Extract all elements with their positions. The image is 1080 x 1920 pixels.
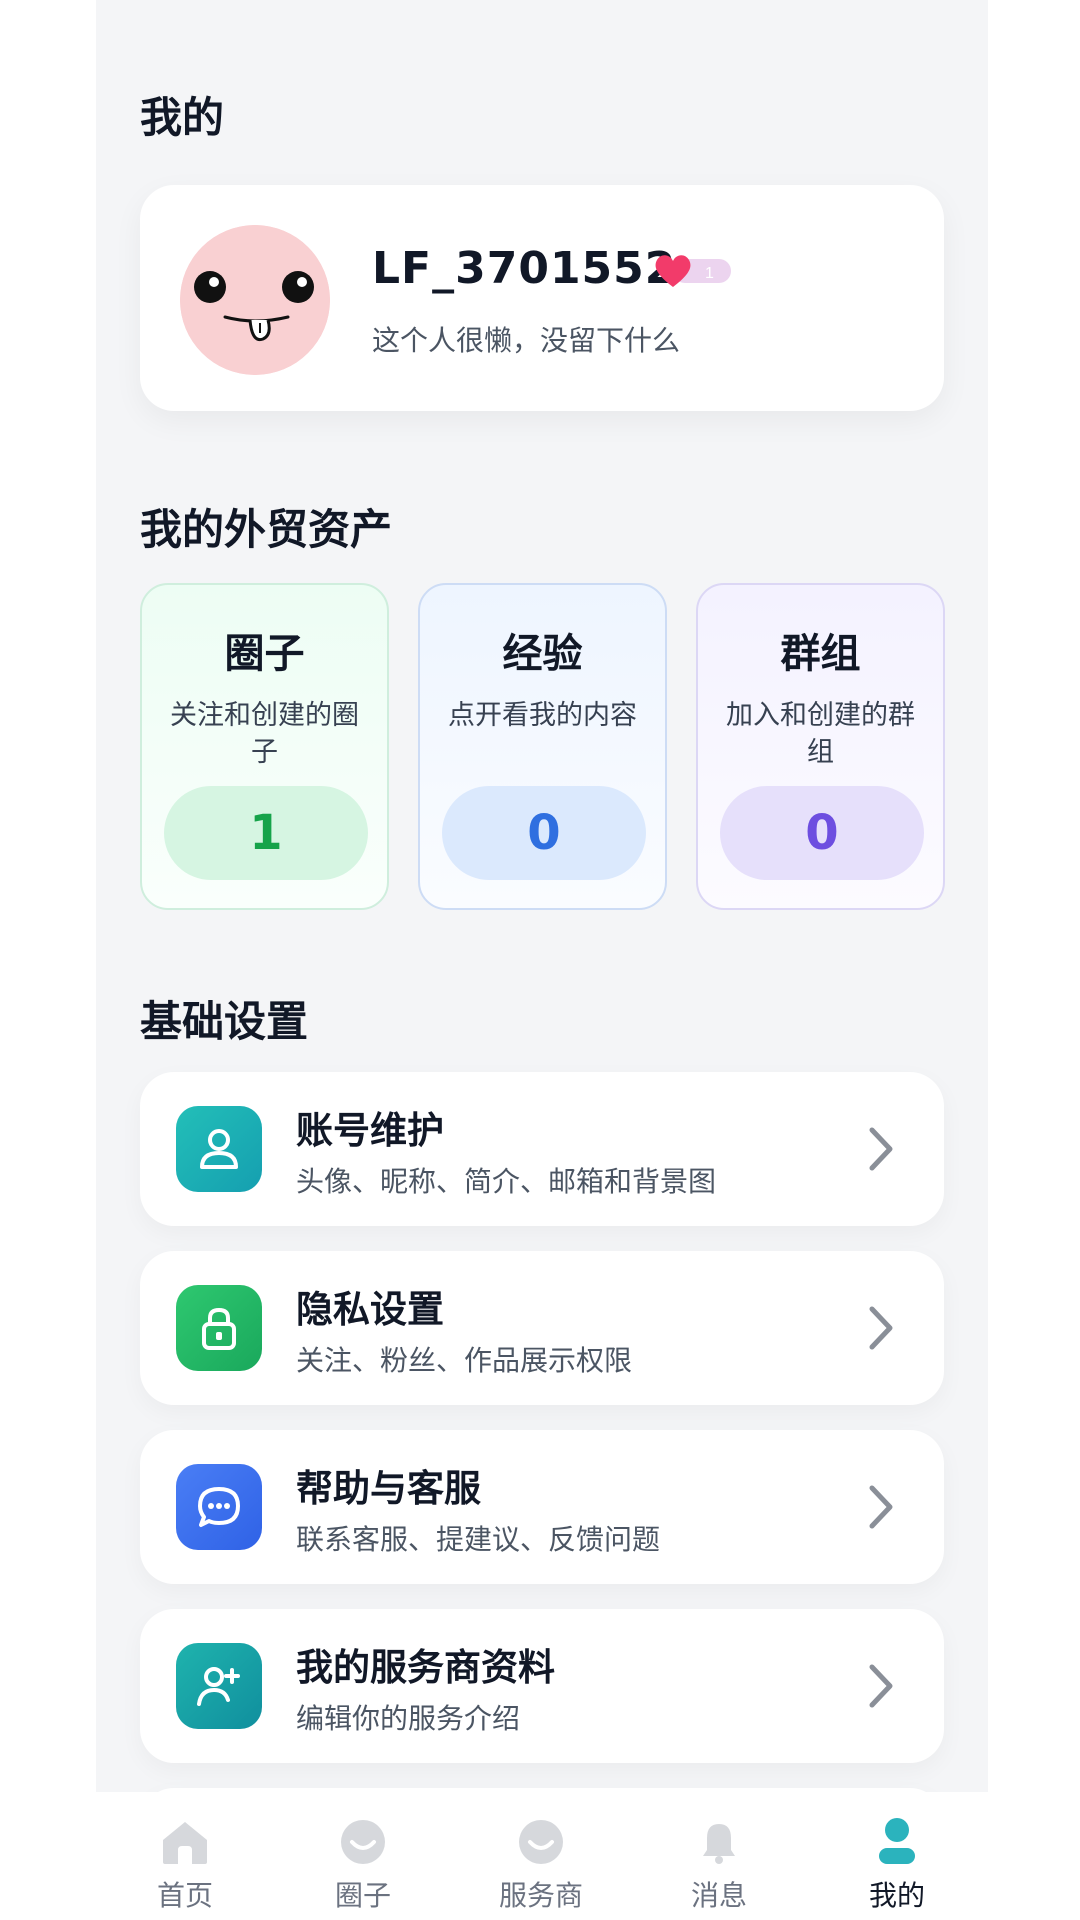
- circle-icon: [341, 1820, 385, 1864]
- bio-text: 这个人很懒，没留下什么: [372, 324, 681, 357]
- asset-count: 1: [164, 786, 368, 880]
- asset-desc: 关注和创建的圈子: [170, 700, 359, 768]
- username: LF_3701552: [372, 243, 677, 294]
- tab-home[interactable]: 首页: [96, 1792, 274, 1920]
- home-icon: [163, 1822, 207, 1864]
- tab-providers[interactable]: 服务商: [452, 1792, 630, 1920]
- chevron-right-icon: [869, 1306, 893, 1350]
- settings-section-title: 基础设置: [140, 997, 309, 1046]
- tab-me[interactable]: 我的: [808, 1792, 986, 1920]
- tab-label: 圈子: [334, 1879, 391, 1912]
- setting-title: 账号维护: [296, 1109, 444, 1152]
- setting-subtitle: 头像、昵称、简介、邮箱和背景图: [296, 1165, 717, 1198]
- tab-label: 首页: [156, 1879, 213, 1912]
- asset-title: 经验: [502, 631, 583, 677]
- setting-item-privacy[interactable]: 隐私设置 关注、粉丝、作品展示权限: [140, 1251, 944, 1405]
- asset-card-circles[interactable]: 圈子 关注和创建的圈子 1: [140, 583, 389, 910]
- user-icon: [176, 1106, 262, 1192]
- provider-icon: [519, 1820, 563, 1864]
- asset-card-groups[interactable]: 群组 加入和创建的群组 0: [696, 583, 945, 910]
- setting-item-provider[interactable]: 我的服务商资料 编辑你的服务介绍: [140, 1609, 944, 1763]
- bottom-tab-bar: 首页 圈子 服务商 消息 我的: [96, 1792, 988, 1920]
- tab-messages[interactable]: 消息: [630, 1792, 808, 1920]
- asset-title: 群组: [780, 631, 861, 677]
- bell-icon: [703, 1824, 735, 1864]
- profile-card[interactable]: LF_3701552 1 这个人很懒，没留下什么: [140, 185, 944, 411]
- tab-label: 消息: [690, 1879, 747, 1912]
- asset-card-experience[interactable]: 经验 点开看我的内容 0: [418, 583, 667, 910]
- asset-count: 0: [720, 786, 924, 880]
- setting-subtitle: 关注、粉丝、作品展示权限: [296, 1344, 633, 1377]
- tab-label: 服务商: [498, 1879, 583, 1912]
- setting-title: 隐私设置: [296, 1288, 444, 1331]
- smiley-face-icon: [180, 225, 330, 375]
- tab-label: 我的: [868, 1879, 925, 1912]
- asset-desc: 点开看我的内容: [448, 700, 637, 731]
- setting-item-help[interactable]: 帮助与客服 联系客服、提建议、反馈问题: [140, 1430, 944, 1584]
- chevron-right-icon: [869, 1664, 893, 1708]
- chevron-right-icon: [869, 1485, 893, 1529]
- level-badge: 1: [653, 251, 731, 291]
- lock-icon: [176, 1285, 262, 1371]
- setting-title: 帮助与客服: [296, 1467, 481, 1510]
- profile-icon: [879, 1818, 915, 1864]
- user-plus-icon: [176, 1643, 262, 1729]
- level-number: 1: [705, 265, 714, 282]
- setting-title: 我的服务商资料: [296, 1646, 555, 1689]
- asset-count: 0: [442, 786, 646, 880]
- setting-subtitle: 编辑你的服务介绍: [296, 1702, 521, 1735]
- tab-circles[interactable]: 圈子: [274, 1792, 452, 1920]
- assets-section-title: 我的外贸资产: [140, 505, 393, 554]
- setting-subtitle: 联系客服、提建议、反馈问题: [296, 1523, 661, 1556]
- setting-item-account[interactable]: 账号维护 头像、昵称、简介、邮箱和背景图: [140, 1072, 944, 1226]
- chat-icon: [176, 1464, 262, 1550]
- asset-title: 圈子: [224, 631, 305, 677]
- profile-page: 我的 LF_3701552 1 这个人很懒，没留下什么 我的外贸资产 圈子 关注…: [96, 0, 988, 1920]
- avatar[interactable]: [180, 225, 330, 375]
- page-title: 我的: [140, 93, 225, 142]
- asset-desc: 加入和创建的群组: [726, 700, 915, 768]
- chevron-right-icon: [869, 1127, 893, 1171]
